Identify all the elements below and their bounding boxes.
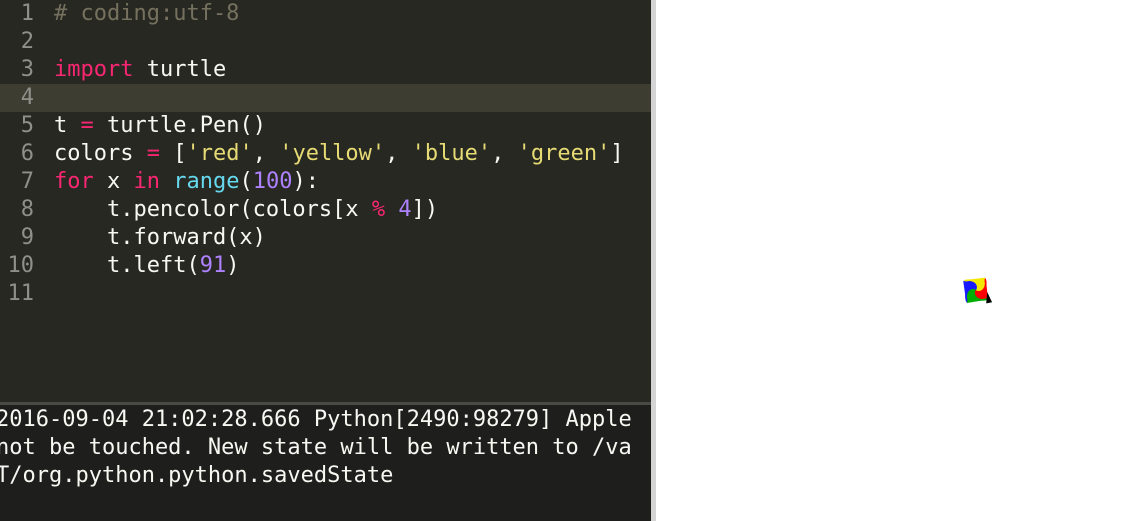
code-text: for x in range(100): [54,168,319,196]
line-number: 9 [20,225,34,250]
turtle-cursor-icon [986,291,993,304]
code-token: # coding:utf-8 [54,1,240,26]
code-text: t.forward(x) [54,224,266,252]
line-number: 10 [7,253,35,278]
code-token: 4 [398,197,412,222]
code-token: ): [292,169,319,194]
code-token: 'yellow' [279,141,386,166]
line-number: 8 [20,197,34,222]
console-line: not be touched. New state will be writte… [0,435,632,460]
line-number: 1 [20,1,34,26]
code-token: 'red' [186,141,253,166]
code-token: , [491,141,518,166]
code-token: in [133,169,161,194]
console-output[interactable]: 2016-09-04 21:02:28.666 Python[2490:9827… [0,405,651,521]
editor-pane: 1 # coding:utf-8 2 3 import turtle 4 5 t = turt… [0,0,651,521]
code-token: turtle.Pen() [93,113,266,138]
line-number: 3 [20,57,34,82]
code-line: 6 colors = ['red', 'yellow', 'blue', 'gre… [0,140,651,168]
code-token: 100 [252,169,293,194]
code-token: x [93,169,134,194]
turtle-canvas [656,0,1143,521]
turtle-drawing [963,277,993,304]
code-token: ]) [411,197,439,222]
code-token: turtle [133,57,227,82]
code-token: t.forward(x) [54,225,266,250]
code-token: ( [239,169,253,194]
code-token: 91 [199,253,227,278]
code-line: 5t = turtle.Pen() [0,112,651,140]
code-editor[interactable]: 1 # coding:utf-8 2 3 import turtle 4 5 t = turt… [0,0,651,402]
code-token: 'blue' [411,141,492,166]
code-text: colors = ['red', 'yellow', 'blue', 'gree… [54,140,624,168]
code-token: , [385,141,412,166]
console-line: 2016-09-04 21:02:28.666 Python[2490:9827… [0,407,632,432]
code-token: t.left( [54,253,200,278]
code-line: 1 # coding:utf-8 [0,0,651,28]
code-line: 7 for x in range(100): [0,168,651,196]
code-line: 8 t.pencolor(colors[x % 4]) [0,196,651,224]
code-token: ] [610,141,624,166]
code-token: = [146,141,160,166]
code-token: import [54,57,134,82]
line-number: 7 [20,169,34,194]
line-number: 4 [20,85,34,110]
code-text: # coding:utf-8 [54,0,239,28]
code-token: = [80,113,94,138]
code-line: 2 [0,28,651,56]
code-token: [ [159,141,187,166]
line-number: 11 [7,281,35,306]
code-line: 3 import turtle [0,56,651,84]
code-token: t.pencolor(colors[x [54,197,372,222]
code-token: colors [54,141,147,166]
code-text: t.pencolor(colors[x % 4]) [54,196,438,224]
code-token: 'green' [517,141,611,166]
code-line: 9 t.forward(x) [0,224,651,252]
code-token: range [173,169,240,194]
line-number: 2 [20,29,34,54]
code-token: % [371,197,386,222]
code-token: for [54,169,94,194]
line-number: 6 [20,141,34,166]
code-line: 11 [0,280,651,308]
code-text: t = turtle.Pen() [54,112,266,140]
code-token: t [54,113,81,138]
code-text: import turtle [54,56,226,84]
code-line: 10 t.left(91) [0,252,651,280]
console-line: T/org.python.python.savedState [0,463,394,488]
code-token: ) [226,253,240,278]
code-text: t.left(91) [54,252,239,280]
code-line: 4 [0,84,651,112]
line-number: 5 [20,113,34,138]
code-token: , [252,141,280,166]
